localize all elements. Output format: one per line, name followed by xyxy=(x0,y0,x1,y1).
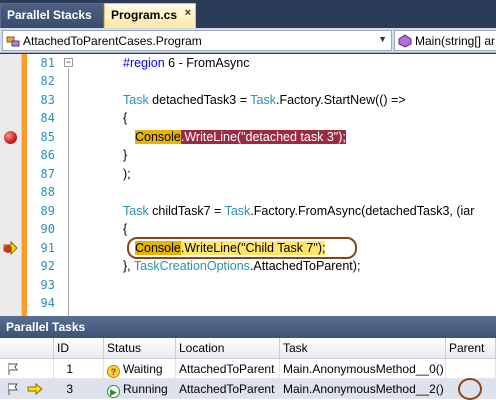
header-parent[interactable]: Parent xyxy=(446,338,496,359)
document-tab-strip: Parallel Stacks Program.cs × xyxy=(0,0,496,28)
line-number: 91 xyxy=(40,241,55,255)
id-cell: 3 xyxy=(54,379,104,399)
code-line-93: 93 xyxy=(0,276,496,294)
code-line-90: 90 { xyxy=(0,220,496,238)
code-line-94: 94 xyxy=(0,294,496,312)
breakpoint-icon[interactable] xyxy=(4,131,17,144)
type-dropdown[interactable]: AttachedToParentCases.Program ▼ xyxy=(2,30,392,51)
code-text: #region 6 - FromAsync xyxy=(123,56,250,70)
location-cell: AttachedToParent xyxy=(176,379,280,399)
dropdown-arrow-icon: ▼ xyxy=(378,34,387,44)
line-number: 84 xyxy=(40,111,55,125)
flag-icon[interactable] xyxy=(6,362,20,376)
line-number: 94 xyxy=(40,296,55,310)
class-icon xyxy=(6,36,20,46)
code-text: } xyxy=(123,148,128,162)
code-line-92: 92 }, TaskCreationOptions.AttachedToPare… xyxy=(0,257,496,275)
location-cell: AttachedToParent xyxy=(176,359,280,379)
tab-parallel-stacks-label: Parallel Stacks xyxy=(7,8,92,22)
code-editor[interactable]: − 81 #region 6 - FromAsync 82 83 Task de… xyxy=(0,54,496,316)
id-cell: 1 xyxy=(54,359,104,379)
code-text: }, TaskCreationOptions.AttachedToParent)… xyxy=(123,259,361,273)
code-line-89: 89 Task childTask7 = Task.Factory.FromAs… xyxy=(0,202,496,220)
breakpoint-statement: Console.WriteLine("detached task 3"); xyxy=(135,130,346,144)
header-id[interactable]: ID xyxy=(54,338,104,359)
current-task-arrow-icon xyxy=(27,382,44,396)
line-number: 92 xyxy=(40,259,55,273)
line-number: 86 xyxy=(40,148,55,162)
running-status-icon: ▶ xyxy=(107,385,120,398)
code-text: Task detachedTask3 = Task.Factory.StartN… xyxy=(123,93,406,107)
line-number: 87 xyxy=(40,167,55,181)
line-number: 83 xyxy=(40,93,55,107)
method-icon xyxy=(398,33,412,48)
parent-highlight-circle xyxy=(458,378,482,400)
flag-cell[interactable] xyxy=(0,379,54,399)
flag-icon[interactable] xyxy=(6,382,20,396)
close-icon[interactable]: × xyxy=(185,7,191,19)
line-number: 88 xyxy=(40,185,55,199)
tab-parallel-stacks[interactable]: Parallel Stacks xyxy=(0,3,104,28)
header-status[interactable]: Status xyxy=(104,338,176,359)
code-line-87: 87 ); xyxy=(0,165,496,183)
code-text: Task childTask7 = Task.Factory.FromAsync… xyxy=(123,204,475,218)
code-line-83: 83 Task detachedTask3 = Task.Factory.Sta… xyxy=(0,91,496,109)
line-number: 90 xyxy=(40,222,55,236)
current-statement-highlight-circle xyxy=(127,237,357,259)
code-line-88: 88 xyxy=(0,183,496,201)
status-cell: ? Waiting xyxy=(104,359,176,379)
task-cell: Main.AnonymousMethod__0() xyxy=(280,359,446,379)
tab-program-cs-label: Program.cs xyxy=(111,8,178,22)
parallel-tasks-title: Parallel Tasks xyxy=(0,316,496,338)
code-line-84: 84 { xyxy=(0,109,496,127)
header-flag-column[interactable] xyxy=(0,338,54,359)
status-cell: ▶ Running xyxy=(104,379,176,399)
line-number: 93 xyxy=(40,278,55,292)
table-row[interactable]: 1 ? Waiting AttachedToParent Main.Anonymo… xyxy=(0,359,496,379)
parent-cell xyxy=(446,359,496,379)
waiting-status-icon: ? xyxy=(107,365,120,378)
code-text: { xyxy=(123,222,128,236)
line-number: 85 xyxy=(40,130,55,144)
flag-cell[interactable] xyxy=(0,359,54,379)
code-text: ); xyxy=(123,167,131,181)
table-row[interactable]: 3 ▶ Running AttachedToParent Main.Anonymo… xyxy=(0,379,496,399)
line-number: 89 xyxy=(40,204,55,218)
header-location[interactable]: Location xyxy=(176,338,280,359)
member-dropdown-value: Main(string[] ar xyxy=(415,33,496,48)
parallel-tasks-grid: ID Status Location Task Parent 1 ? Waitin… xyxy=(0,338,496,400)
header-task[interactable]: Task xyxy=(280,338,446,359)
member-dropdown[interactable]: Main(string[] ar xyxy=(394,30,496,51)
type-dropdown-value: AttachedToParentCases.Program xyxy=(23,33,202,48)
tab-program-cs[interactable]: Program.cs × xyxy=(104,3,196,28)
code-line-81: 81 #region 6 - FromAsync xyxy=(0,54,496,72)
navigation-bar: AttachedToParentCases.Program ▼ Main(str… xyxy=(0,28,496,53)
code-line-85: 85 Console.WriteLine("detached task 3"); xyxy=(0,128,496,146)
code-line-82: 82 xyxy=(0,72,496,90)
code-line-86: 86 } xyxy=(0,146,496,164)
current-statement-icon xyxy=(3,240,18,256)
task-cell: Main.AnonymousMethod__2() xyxy=(280,379,446,399)
code-text: { xyxy=(123,111,128,125)
line-number: 81 xyxy=(40,56,55,70)
line-number: 82 xyxy=(40,74,55,88)
